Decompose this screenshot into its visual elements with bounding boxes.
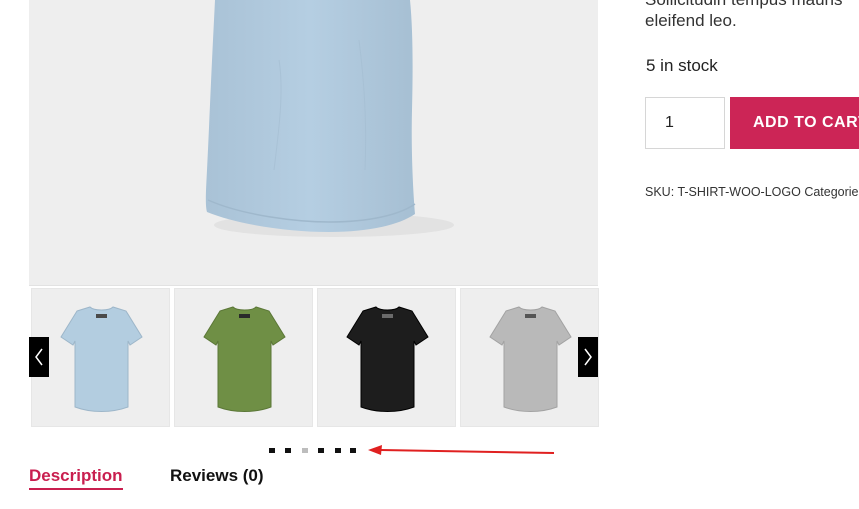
thumbnail-strip (29, 287, 599, 427)
t-shirt-main-image (205, 0, 454, 237)
pagination-dot[interactable] (269, 448, 275, 453)
thumbnail-black[interactable] (317, 288, 456, 427)
categories-label: Categories (804, 185, 859, 199)
t-shirt-thumb-blue-image (60, 306, 143, 412)
sku-value: T-SHIRT-WOO-LOGO (677, 185, 801, 199)
short-description: Sollicitudin tempus mauris eleifend leo. (645, 0, 859, 32)
tab-reviews[interactable]: Reviews (0) (170, 466, 264, 486)
t-shirt-thumb-green-image (203, 306, 286, 412)
thumbnail-next-button[interactable] (578, 337, 598, 377)
chevron-right-icon (584, 348, 592, 366)
main-product-image[interactable] (29, 0, 598, 286)
pagination-dot[interactable] (318, 448, 324, 453)
product-meta: SKU: T-SHIRT-WOO-LOGO Categories (645, 185, 859, 199)
pagination-dot[interactable] (335, 448, 341, 453)
pagination-dot[interactable] (285, 448, 291, 453)
stock-status: 5 in stock (646, 56, 718, 75)
quantity-input[interactable] (645, 97, 725, 149)
add-to-cart-button[interactable]: ADD TO CART (730, 97, 859, 149)
short-description-line: eleifend leo. (645, 11, 737, 30)
thumbnail-blue[interactable] (31, 288, 170, 427)
thumbnail-green[interactable] (174, 288, 313, 427)
sku-label: SKU: (645, 185, 675, 199)
tab-description[interactable]: Description (29, 466, 123, 490)
pagination-dot-active[interactable] (302, 448, 308, 453)
annotation-arrow-icon (368, 445, 555, 455)
thumbnail-prev-button[interactable] (29, 337, 49, 377)
pagination-dot[interactable] (350, 448, 356, 453)
chevron-left-icon (35, 348, 43, 366)
short-description-line: Sollicitudin tempus mauris (645, 0, 842, 10)
t-shirt-thumb-black-image (346, 306, 429, 412)
